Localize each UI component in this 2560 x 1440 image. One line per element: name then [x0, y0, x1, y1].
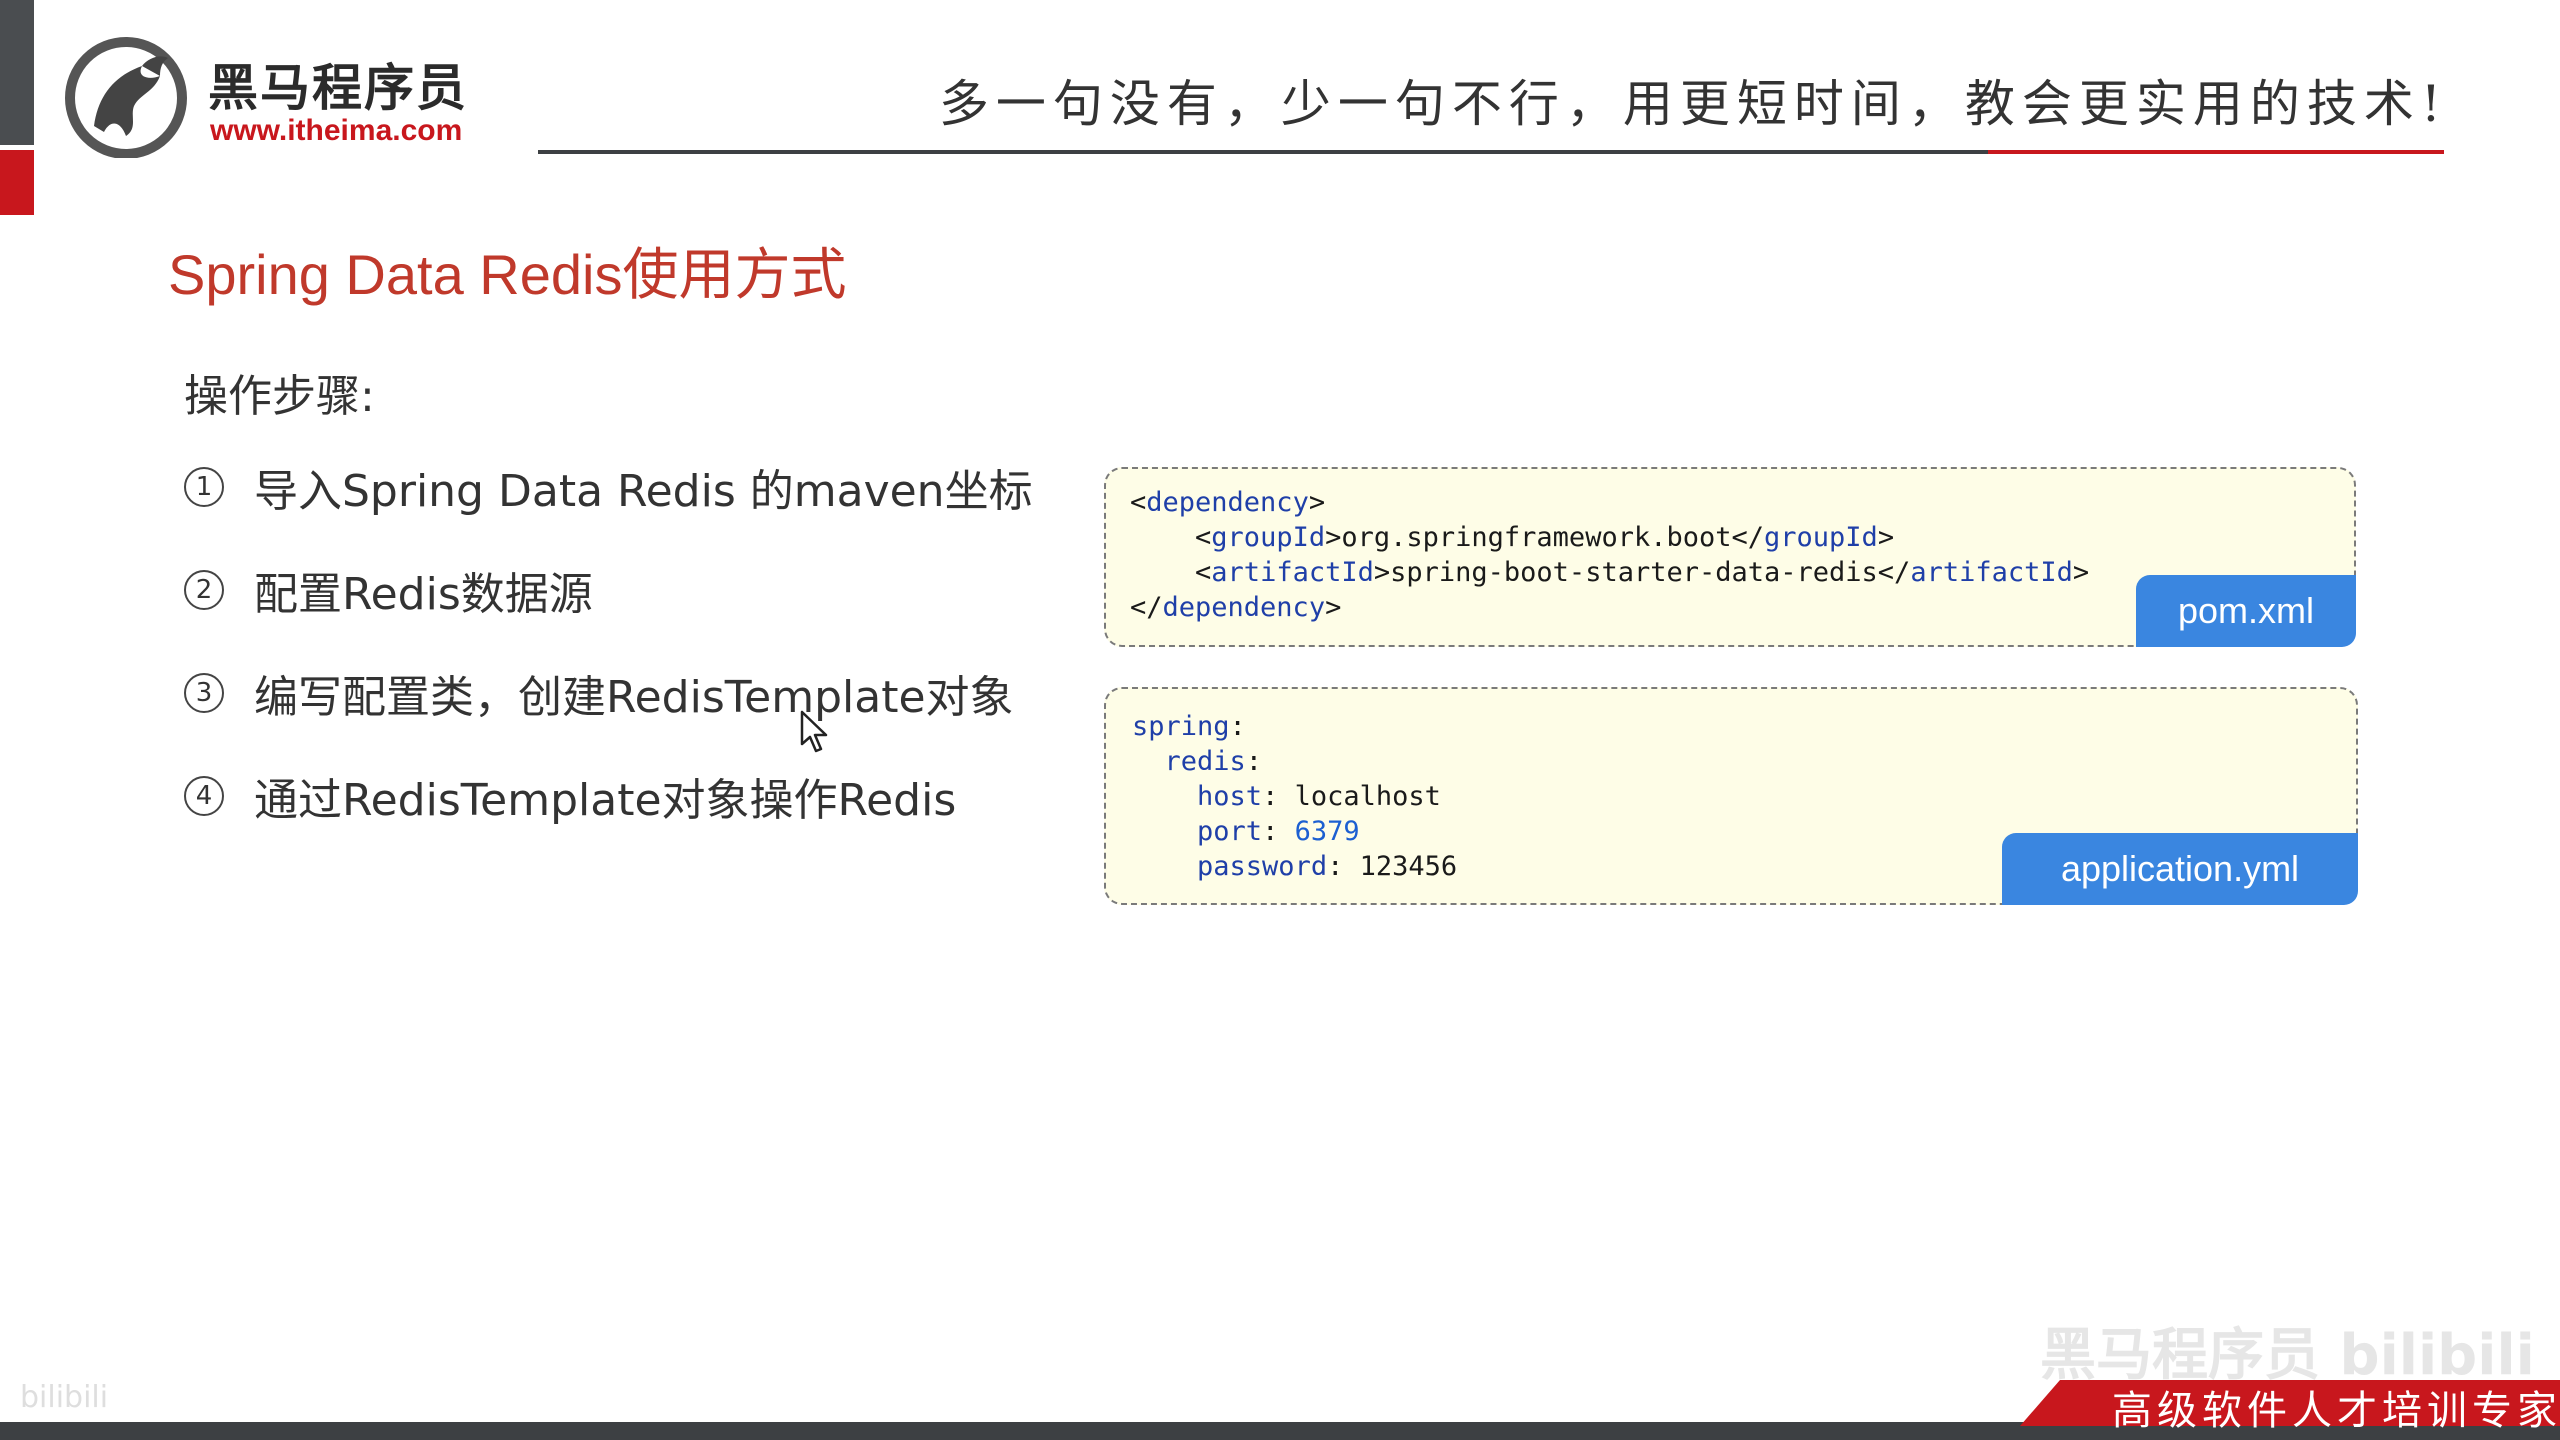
steps-heading: 操作步骤:	[184, 371, 375, 422]
code-text: <dependency> <groupId>org.springframewor…	[1130, 487, 2090, 623]
left-edge-bar-dark	[0, 0, 34, 145]
list-item: 3 编写配置类，创建RedisTemplate对象	[184, 661, 1014, 725]
step-number: 1	[184, 467, 224, 507]
step-text: 配置Redis数据源	[254, 569, 593, 620]
watermark-small: bilibili	[20, 1380, 109, 1415]
brand-logo: 黑马程序员 www.itheima.com	[64, 36, 504, 166]
list-item: 2 配置Redis数据源	[184, 558, 593, 622]
pom-code-block: <dependency> <groupId>org.springframewor…	[1104, 467, 2356, 647]
list-item: 1 导入Spring Data Redis 的maven坐标	[184, 455, 1033, 519]
brand-url: www.itheima.com	[210, 114, 463, 147]
header-slogan: 多一句没有，少一句不行，用更短时间，教会更实用的技术!	[938, 75, 2448, 133]
step-number: 2	[184, 570, 224, 610]
slide-title: Spring Data Redis使用方式	[168, 243, 847, 306]
step-text: 导入Spring Data Redis 的maven坐标	[254, 466, 1033, 517]
step-text: 编写配置类，创建RedisTemplate对象	[254, 672, 1014, 723]
left-edge-bar-red	[0, 150, 34, 215]
pom-filename-label: pom.xml	[2136, 575, 2356, 647]
mouse-cursor-icon	[800, 710, 828, 753]
footer-tagline: 高级软件人才培训专家	[2112, 1388, 2560, 1434]
yml-code-block: spring: redis: host: localhost port: 637…	[1104, 687, 2358, 905]
header-rule	[538, 150, 1988, 154]
step-text: 通过RedisTemplate对象操作Redis	[254, 775, 957, 826]
step-number: 3	[184, 673, 224, 713]
code-text: spring: redis: host: localhost port: 637…	[1132, 711, 1458, 882]
list-item: 4 通过RedisTemplate对象操作Redis	[184, 764, 956, 828]
header-rule-accent	[1988, 150, 2444, 154]
brand-name: 黑马程序员	[208, 59, 468, 117]
yml-filename-label: application.yml	[2002, 833, 2358, 905]
horse-logo-icon	[65, 37, 187, 158]
step-number: 4	[184, 776, 224, 816]
